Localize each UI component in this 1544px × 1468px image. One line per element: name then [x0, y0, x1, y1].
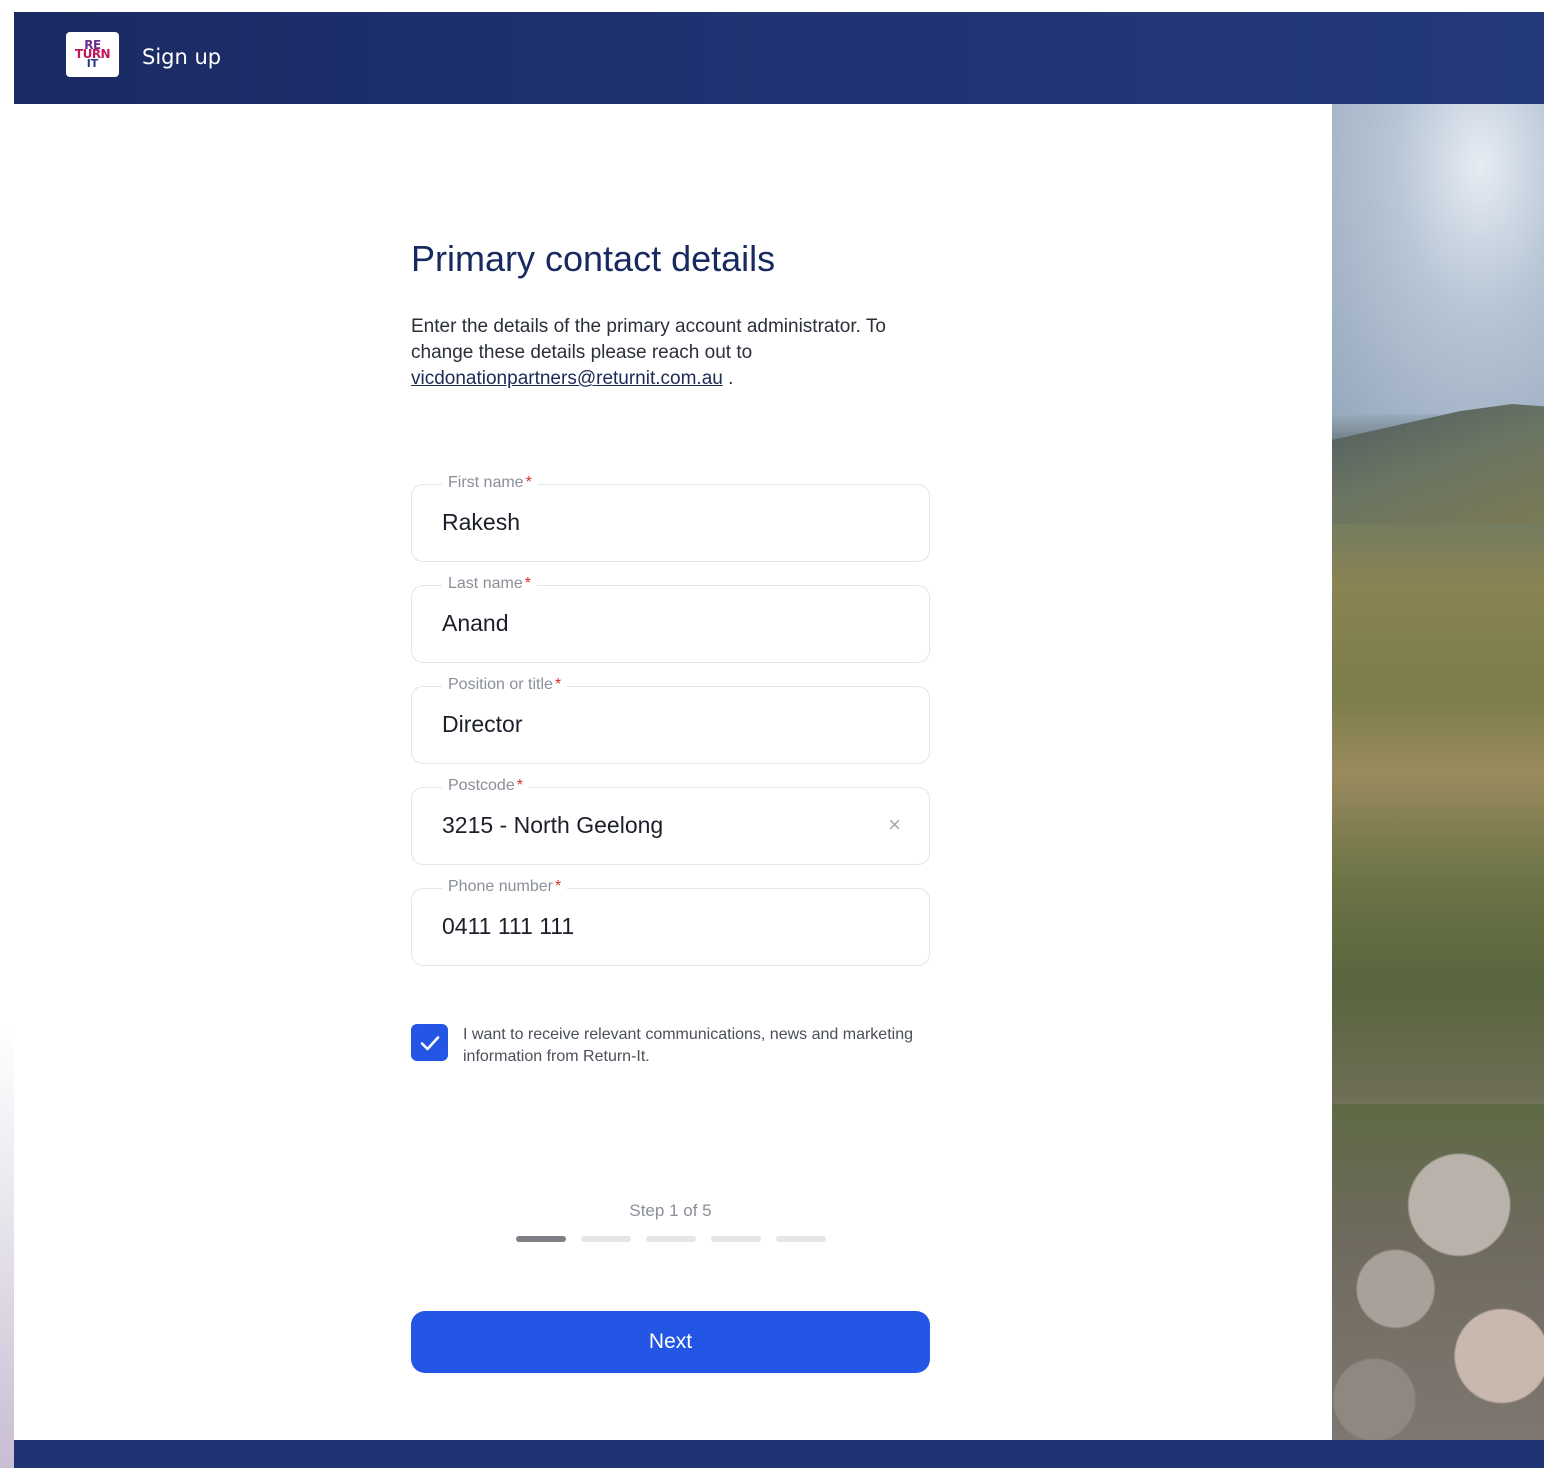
last-name-field[interactable]: Last name * Anand [411, 575, 930, 663]
checkmark-icon [420, 1035, 439, 1050]
position-title-field[interactable]: Position or title * Director [411, 676, 930, 764]
intro-end: . [722, 368, 734, 389]
field-label: Last name * [442, 575, 537, 593]
support-email-link[interactable]: vicdonationpartners@returnit.com.au [411, 368, 723, 389]
label-text: Postcode [448, 777, 515, 794]
field-label: Postcode * [442, 777, 529, 795]
postcode-field[interactable]: Postcode * 3215 - North Geelong × [411, 777, 930, 865]
phone-number-input[interactable]: 0411 111 111 [442, 913, 574, 940]
next-button[interactable]: Next [411, 1311, 930, 1373]
progress-dots [516, 1236, 836, 1242]
step-indicator: Step 1 of 5 [629, 1201, 712, 1220]
intro-text: Enter the details of the primary account… [411, 316, 886, 363]
required-marker: * [525, 474, 532, 491]
label-text: Phone number [448, 878, 553, 895]
hero-rocks [1332, 1104, 1544, 1440]
field-label: Phone number * [442, 878, 568, 896]
first-name-field[interactable]: First name * Rakesh [411, 474, 930, 562]
progress-dot [581, 1236, 631, 1242]
marketing-checkbox[interactable] [411, 1024, 448, 1061]
hero-mountain [1332, 404, 1544, 524]
field-label: Position or title * [442, 676, 568, 694]
hero-image [1332, 104, 1544, 1440]
marketing-opt-in: I want to receive relevant communication… [411, 1024, 931, 1068]
top-bar: RE TURN IT Sign up [14, 12, 1544, 104]
page-title: Sign up [142, 45, 222, 69]
clear-icon[interactable]: × [888, 813, 901, 837]
field-label: First name * [442, 474, 538, 492]
required-marker: * [554, 676, 562, 693]
label-text: First name [448, 474, 524, 491]
postcode-select[interactable]: 3215 - North Geelong [442, 812, 663, 839]
required-marker: * [524, 575, 531, 592]
first-name-input[interactable]: Rakesh [442, 509, 520, 536]
footer-bar [14, 1440, 1544, 1468]
progress-dot [516, 1236, 566, 1242]
logo-line: IT [86, 56, 99, 70]
app-window: RE TURN IT Sign up Primary contact detai… [14, 12, 1544, 1468]
required-marker: * [516, 777, 523, 794]
required-marker: * [554, 878, 562, 895]
last-name-input[interactable]: Anand [442, 610, 509, 637]
phone-number-field[interactable]: Phone number * 0411 111 111 [411, 878, 930, 966]
progress-dot [646, 1236, 696, 1242]
label-text: Position or title [448, 676, 553, 693]
position-title-input[interactable]: Director [442, 711, 523, 738]
hero-sky [1332, 104, 1544, 414]
return-it-logo[interactable]: RE TURN IT [66, 32, 119, 77]
label-text: Last name [448, 575, 523, 592]
progress-dot [711, 1236, 761, 1242]
marketing-label[interactable]: I want to receive relevant communication… [463, 1024, 923, 1068]
progress-dot [776, 1236, 826, 1242]
form-heading: Primary contact details [411, 238, 776, 279]
form-intro: Enter the details of the primary account… [411, 314, 921, 392]
